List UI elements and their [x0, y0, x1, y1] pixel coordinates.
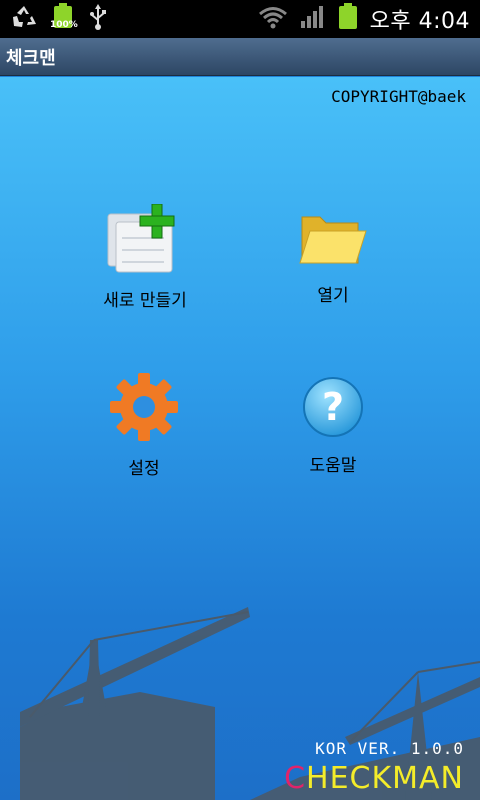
version-text: KOR VER. 1.0.0	[315, 739, 464, 758]
usb-icon	[88, 4, 108, 34]
help-button[interactable]: ? 도움말	[253, 375, 413, 476]
open-label: 열기	[317, 286, 349, 306]
open-button[interactable]: 열기	[253, 207, 413, 306]
copyright-text: COPYRIGHT@baek	[331, 87, 466, 106]
help-icon: ?	[301, 375, 365, 443]
battery-percent: 100%	[50, 20, 78, 30]
wifi-icon	[258, 5, 288, 33]
status-bar: 100% 오후 4:04	[0, 0, 480, 38]
main-content: COPYRIGHT@baek 새로 만들기 열기 설정 ? 도움말 KOR VE…	[0, 77, 480, 800]
settings-button[interactable]: 설정	[64, 372, 224, 479]
new-document-icon	[106, 203, 184, 278]
new-label: 새로 만들기	[103, 291, 187, 311]
brand-rest: HECKMAN	[306, 761, 464, 796]
title-bar: 체크맨	[0, 38, 480, 76]
recycle-icon	[10, 4, 38, 34]
clock: 오후 4:04	[369, 9, 470, 34]
brand-logo: CHECKMAN	[284, 761, 464, 796]
brand-first-letter: C	[284, 761, 307, 796]
gear-icon	[109, 372, 179, 446]
new-button[interactable]: 새로 만들기	[65, 203, 225, 311]
battery-icon	[52, 3, 74, 35]
battery-icon	[338, 3, 358, 35]
folder-icon	[298, 207, 368, 273]
help-label: 도움말	[309, 456, 357, 476]
svg-text:?: ?	[322, 385, 344, 429]
settings-label: 설정	[128, 459, 160, 479]
app-title: 체크맨	[6, 47, 56, 69]
signal-icon	[300, 5, 326, 33]
